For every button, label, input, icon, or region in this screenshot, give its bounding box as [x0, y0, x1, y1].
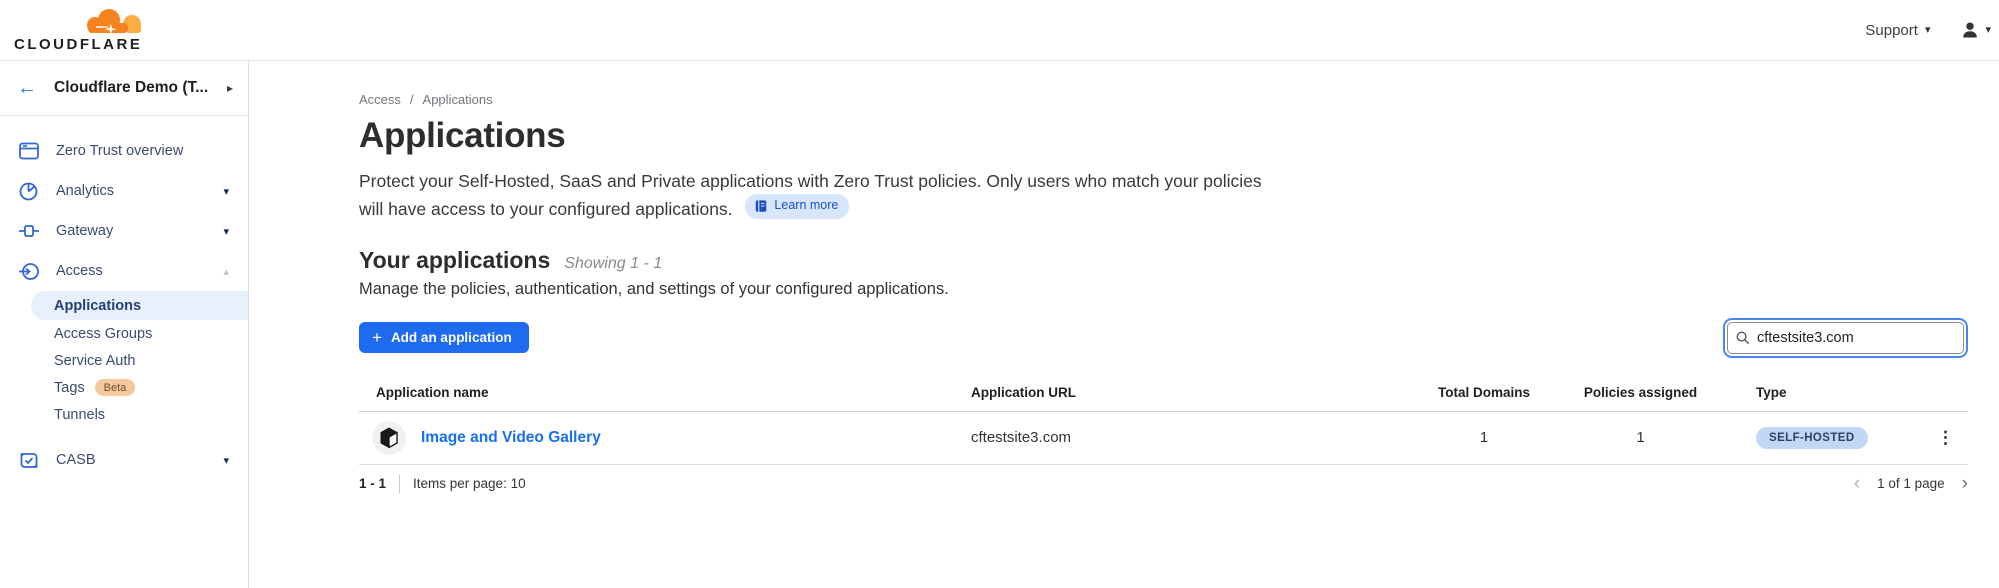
- chevron-down-icon[interactable]: ▾: [223, 185, 229, 198]
- column-header-type: Type: [1722, 385, 1912, 400]
- row-menu-cell: ⋮: [1912, 429, 1968, 446]
- breadcrumb-access[interactable]: Access: [359, 92, 401, 107]
- chevron-up-icon[interactable]: ▴: [223, 265, 229, 278]
- breadcrumb-separator: /: [410, 92, 414, 107]
- table-row: Image and Video Gallery cftestsite3.com …: [359, 412, 1968, 465]
- account-name[interactable]: Cloudflare Demo (T...: [54, 79, 208, 97]
- sidebar-item-tags[interactable]: Tags Beta: [0, 374, 248, 401]
- learn-more-label: Learn more: [774, 197, 838, 215]
- pagination-right: ‹ 1 of 1 page ›: [1854, 474, 1968, 493]
- status-badge: SELF-HOSTED: [1756, 427, 1868, 449]
- search-box: [1727, 322, 1964, 354]
- policies-assigned-cell: 1: [1559, 429, 1722, 446]
- plus-icon: +: [372, 329, 382, 346]
- sidebar-item-analytics[interactable]: Analytics ▾: [0, 171, 248, 211]
- back-arrow-icon[interactable]: ←: [17, 78, 37, 98]
- sidebar-item-label: Service Auth: [54, 353, 135, 369]
- access-subnav: Applications Access Groups Service Auth …: [0, 291, 248, 428]
- page-indicator: 1 of 1 page: [1877, 476, 1945, 491]
- column-header-application-name: Application name: [359, 385, 971, 400]
- app-cube-icon: [379, 427, 399, 449]
- beta-badge: Beta: [95, 379, 136, 396]
- sidebar: ← Cloudflare Demo (T... ▸ Zero Trust ove…: [0, 61, 249, 588]
- account-menu[interactable]: ▾: [1960, 20, 1991, 40]
- total-domains-cell: 1: [1409, 429, 1559, 446]
- chevron-down-icon[interactable]: ▾: [223, 225, 229, 238]
- applications-table: Application name Application URL Total D…: [359, 385, 1968, 465]
- gateway-icon: [18, 222, 39, 240]
- items-per-page-label: Items per page: 10: [413, 476, 526, 491]
- application-url-cell: cftestsite3.com: [971, 429, 1409, 446]
- sidebar-item-label: Tags: [54, 380, 85, 396]
- cloudflare-logo[interactable]: CLOUDFLARE: [14, 7, 148, 53]
- topbar: CLOUDFLARE Support ▾ ▾: [0, 0, 1999, 61]
- cloudflare-cloud-icon: [82, 7, 146, 35]
- breadcrumb: Access / Applications: [359, 92, 1968, 107]
- sidebar-item-access-groups[interactable]: Access Groups: [0, 320, 248, 347]
- access-login-icon: [18, 262, 39, 281]
- search-icon: [1736, 331, 1750, 345]
- column-header-policies-assigned: Policies assigned: [1559, 385, 1722, 400]
- account-switcher: ← Cloudflare Demo (T... ▸: [0, 61, 248, 116]
- chevron-down-icon: ▾: [1985, 25, 1991, 36]
- search-focus-ring: [1723, 318, 1968, 358]
- chevron-right-icon[interactable]: ›: [1962, 474, 1968, 493]
- sidebar-item-label: Tunnels: [54, 407, 105, 423]
- sidebar-item-applications[interactable]: Applications: [31, 291, 248, 320]
- avatar: [372, 421, 406, 455]
- chevron-left-icon[interactable]: ‹: [1854, 474, 1860, 493]
- sidebar-item-label: Applications: [54, 298, 141, 314]
- learn-more-badge[interactable]: Learn more: [745, 194, 849, 219]
- sidebar-item-tunnels[interactable]: Tunnels: [0, 401, 248, 428]
- chevron-right-icon[interactable]: ▸: [227, 81, 233, 95]
- breadcrumb-applications: Applications: [423, 92, 493, 107]
- application-name-link[interactable]: Image and Video Gallery: [421, 429, 601, 447]
- support-label: Support: [1865, 22, 1918, 39]
- sidebar-item-service-auth[interactable]: Service Auth: [0, 347, 248, 374]
- main-content: Access / Applications Applications Prote…: [249, 61, 1999, 588]
- sidebar-item-label: CASB: [56, 452, 96, 468]
- column-header-application-url: Application URL: [971, 385, 1409, 400]
- sidebar-item-label: Zero Trust overview: [56, 143, 183, 159]
- application-name-cell: Image and Video Gallery: [359, 421, 971, 455]
- pagination-range: 1 - 1: [359, 476, 386, 491]
- pie-chart-icon: [18, 182, 39, 201]
- table-controls: + Add an application: [359, 318, 1968, 358]
- sidebar-item-label: Access Groups: [54, 326, 152, 342]
- sidebar-item-zero-trust-overview[interactable]: Zero Trust overview: [0, 131, 248, 171]
- add-application-button[interactable]: + Add an application: [359, 322, 529, 353]
- kebab-menu-icon[interactable]: ⋮: [1937, 429, 1954, 446]
- sidebar-item-label: Access: [56, 263, 103, 279]
- section-title: Your applications: [359, 247, 550, 274]
- column-header-total-domains: Total Domains: [1409, 385, 1559, 400]
- sidebar-item-label: Gateway: [56, 223, 113, 239]
- topbar-right: Support ▾ ▾: [1865, 20, 1989, 40]
- add-application-label: Add an application: [391, 330, 512, 345]
- pagination-divider: [399, 474, 400, 494]
- casb-icon: [18, 451, 39, 470]
- sidebar-nav: Zero Trust overview Analytics ▾ Gateway …: [0, 116, 248, 480]
- sidebar-item-label: Analytics: [56, 183, 114, 199]
- chevron-down-icon[interactable]: ▾: [223, 454, 229, 467]
- section-header: Your applications Showing 1 - 1: [359, 247, 1968, 274]
- support-menu[interactable]: Support ▾: [1865, 22, 1930, 39]
- user-icon: [1960, 20, 1980, 40]
- showing-count: Showing 1 - 1: [564, 255, 662, 273]
- zero-trust-dashboard: CLOUDFLARE Support ▾ ▾ ← Cloudflare Demo…: [0, 0, 1999, 588]
- table-header-row: Application name Application URL Total D…: [359, 385, 1968, 412]
- overview-window-icon: [18, 142, 39, 160]
- pagination: 1 - 1 Items per page: 10 ‹ 1 of 1 page ›: [359, 474, 1968, 494]
- brand-wordmark: CLOUDFLARE: [14, 36, 142, 53]
- search-input[interactable]: [1757, 330, 1937, 346]
- section-subtitle: Manage the policies, authentication, and…: [359, 280, 1968, 299]
- sidebar-item-gateway[interactable]: Gateway ▾: [0, 211, 248, 251]
- chevron-down-icon: ▾: [1925, 25, 1931, 36]
- page-description: Protect your Self-Hosted, SaaS and Priva…: [359, 169, 1269, 222]
- type-cell: SELF-HOSTED: [1722, 427, 1912, 449]
- sidebar-item-casb[interactable]: CASB ▾: [0, 440, 248, 480]
- page-title: Applications: [359, 116, 1968, 156]
- book-icon: [754, 199, 768, 213]
- sidebar-item-access[interactable]: Access ▴: [0, 251, 248, 291]
- pagination-left: 1 - 1 Items per page: 10: [359, 474, 526, 494]
